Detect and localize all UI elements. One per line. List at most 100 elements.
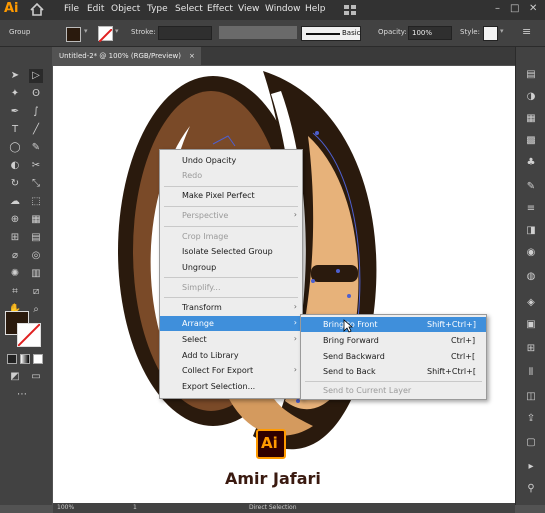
menu-help[interactable]: Help <box>305 4 326 14</box>
line-tool-icon[interactable]: ╱ <box>29 123 43 137</box>
gradient-panel-icon[interactable]: ◨ <box>525 225 537 237</box>
zoom-tool-icon[interactable]: ⌕ <box>29 303 43 317</box>
selection-tool-icon[interactable]: ➤ <box>8 69 22 83</box>
artboard-number[interactable]: 1 <box>133 504 137 511</box>
variable-width-profile[interactable] <box>219 26 297 39</box>
menu-view[interactable]: View <box>238 4 259 14</box>
anchor-point[interactable] <box>347 294 351 298</box>
curvature-tool-icon[interactable]: ∫ <box>29 105 43 119</box>
symbol-sprayer-tool-icon[interactable]: ✺ <box>8 267 22 281</box>
gradient-tool-icon[interactable]: ▤ <box>29 231 43 245</box>
minimize-icon[interactable]: – <box>495 3 500 14</box>
close-window-icon[interactable]: ✕ <box>529 3 537 14</box>
magic-wand-tool-icon[interactable]: ✦ <box>8 87 22 101</box>
maximize-icon[interactable]: □ <box>510 3 519 14</box>
swatches-panel-icon[interactable]: ▩ <box>525 135 537 147</box>
fill-dropdown-icon[interactable]: ▾ <box>84 27 88 35</box>
scissors-tool-icon[interactable]: ✂ <box>29 159 43 173</box>
stroke-swatch[interactable] <box>98 26 113 43</box>
opacity-field[interactable]: 100% <box>408 26 452 40</box>
menu-item-isolate-selected-group[interactable]: Isolate Selected Group <box>160 244 302 259</box>
stroke-panel-icon[interactable]: ≡ <box>525 203 537 215</box>
direct-selection-tool-icon[interactable]: ▷ <box>29 69 43 83</box>
anchor-point[interactable] <box>315 131 319 135</box>
warp-tool-icon[interactable]: ☁ <box>8 195 22 209</box>
menu-type[interactable]: Type <box>147 4 168 14</box>
menu-file[interactable]: File <box>64 4 79 14</box>
mesh-tool-icon[interactable]: ⊞ <box>8 231 22 245</box>
paintbrush-tool-icon[interactable]: ✎ <box>29 141 43 155</box>
blend-tool-icon[interactable]: ◎ <box>29 249 43 263</box>
bean-slot-shape[interactable] <box>311 265 358 282</box>
menu-item-ungroup[interactable]: Ungroup <box>160 260 302 275</box>
graphic-style-swatch[interactable] <box>483 26 498 41</box>
appearance-panel-icon[interactable]: ◍ <box>525 271 537 283</box>
stroke-color-box[interactable] <box>17 323 41 347</box>
menu-window[interactable]: Window <box>265 4 301 14</box>
properties-panel-icon[interactable]: ▤ <box>525 69 537 81</box>
anchor-point[interactable] <box>336 269 340 273</box>
collapse-panel-icon[interactable]: ▸ <box>525 461 537 473</box>
layers-panel-icon[interactable]: ◈ <box>525 297 537 309</box>
asset-export-panel-icon[interactable]: ⇪ <box>525 413 537 425</box>
shaper-tool-icon[interactable]: ◐ <box>8 159 22 173</box>
gradient-mode-icon[interactable] <box>20 354 30 364</box>
menu-item-select[interactable]: Select › <box>160 332 302 347</box>
menu-item-send-backward[interactable]: Send Backward Ctrl+[ <box>301 349 486 364</box>
transform-panel-icon[interactable]: ⊞ <box>525 343 537 355</box>
lasso-tool-icon[interactable]: ʘ <box>29 87 43 101</box>
document-tab[interactable]: Untitled-2* @ 100% (RGB/Preview) × <box>53 47 201 65</box>
menu-effect[interactable]: Effect <box>207 4 233 14</box>
menu-select[interactable]: Select <box>175 4 203 14</box>
fill-swatch[interactable] <box>66 27 81 42</box>
color-mode-icon[interactable] <box>7 354 17 364</box>
anchor-point[interactable] <box>311 279 315 283</box>
menu-item-add-to-library[interactable]: Add to Library <box>160 348 302 363</box>
brushes-panel-icon[interactable]: ✎ <box>525 181 537 193</box>
artboards-panel-icon[interactable]: ▣ <box>525 319 537 331</box>
perspective-grid-tool-icon[interactable]: ▦ <box>29 213 43 227</box>
none-mode-icon[interactable] <box>33 354 43 364</box>
slice-tool-icon[interactable]: ⧄ <box>29 285 43 299</box>
artboard-tool-icon[interactable]: ⌗ <box>8 285 22 299</box>
transparency-panel-icon[interactable]: ◉ <box>525 247 537 259</box>
current-tool-status[interactable]: Direct Selection <box>249 504 297 511</box>
menu-item-transform[interactable]: Transform › <box>160 300 302 315</box>
more-options-icon[interactable]: ≡ <box>522 25 531 38</box>
pathfinder-panel-icon[interactable]: ◫ <box>525 391 537 403</box>
menu-edit[interactable]: Edit <box>87 4 104 14</box>
eyedropper-tool-icon[interactable]: ⌀ <box>8 249 22 263</box>
type-tool-icon[interactable]: T <box>8 123 22 137</box>
pen-tool-icon[interactable]: ✒ <box>8 105 22 119</box>
menu-item-send-to-back[interactable]: Send to Back Shift+Ctrl+[ <box>301 364 486 379</box>
stroke-dropdown-icon[interactable]: ▾ <box>115 27 119 35</box>
links-panel-icon[interactable]: ⚲ <box>525 483 537 495</box>
menu-item-bring-forward[interactable]: Bring Forward Ctrl+] <box>301 333 486 348</box>
ellipse-tool-icon[interactable]: ◯ <box>8 141 22 155</box>
align-panel-icon[interactable]: ⫴ <box>525 367 537 379</box>
workspace-grid-icon[interactable] <box>343 4 357 16</box>
draw-mode-icon[interactable]: ◩ <box>8 370 22 384</box>
style-dropdown-icon[interactable]: ▾ <box>500 27 504 35</box>
free-transform-tool-icon[interactable]: ⬚ <box>29 195 43 209</box>
edit-toolbar-icon[interactable]: ⋯ <box>15 388 29 402</box>
color-panel-icon[interactable]: ◑ <box>525 91 537 103</box>
menu-item-make-pixel-perfect[interactable]: Make Pixel Perfect <box>160 188 302 203</box>
menu-item-undo-opacity[interactable]: Undo Opacity <box>160 153 302 168</box>
menu-item-bring-to-front[interactable]: Bring to Front Shift+Ctrl+] <box>301 317 486 332</box>
close-tab-icon[interactable]: × <box>189 52 195 60</box>
color-guide-icon[interactable]: ▦ <box>525 113 537 125</box>
rotate-tool-icon[interactable]: ↻ <box>8 177 22 191</box>
menu-item-arrange[interactable]: Arrange › <box>160 316 302 331</box>
screen-mode-icon[interactable]: ▭ <box>29 370 43 384</box>
menu-item-collect-for-export[interactable]: Collect For Export › <box>160 363 302 378</box>
zoom-level[interactable]: 100% <box>57 504 74 511</box>
libraries-panel-icon[interactable]: ▢ <box>525 437 537 449</box>
scale-tool-icon[interactable]: ⤡ <box>29 177 43 191</box>
stroke-weight-field[interactable] <box>158 26 212 40</box>
brush-definition-dropdown[interactable]: Basic <box>301 26 361 41</box>
menu-item-export-selection[interactable]: Export Selection... <box>160 379 302 394</box>
shape-builder-tool-icon[interactable]: ⊕ <box>8 213 22 227</box>
home-icon[interactable] <box>30 3 44 16</box>
column-graph-tool-icon[interactable]: ▥ <box>29 267 43 281</box>
